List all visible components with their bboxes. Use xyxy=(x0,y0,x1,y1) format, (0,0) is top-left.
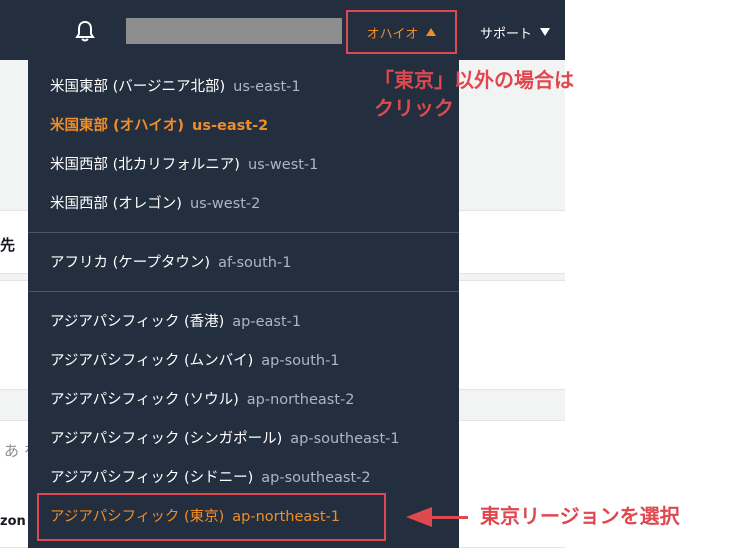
screenshot: 先 あ を zon オハイオ サポート 米国東部 (バージニア北部) us-eas… xyxy=(0,0,754,548)
region-name: 米国東部 (オハイオ) xyxy=(50,118,185,134)
annotation-line: クリック xyxy=(374,96,454,120)
caret-down-icon xyxy=(540,28,550,36)
region-code: us-east-1 xyxy=(233,79,301,95)
region-name: アジアパシフィック (香港) xyxy=(50,314,225,330)
region-option-us-west-1[interactable]: 米国西部 (北カリフォルニア) us-west-1 xyxy=(50,154,318,176)
region-name: アジアパシフィック (ソウル) xyxy=(50,392,239,408)
region-selector-button[interactable]: オハイオ xyxy=(346,10,457,54)
region-option-us-west-2[interactable]: 米国西部 (オレゴン) us-west-2 xyxy=(50,193,260,215)
arrow-left-icon xyxy=(406,507,432,527)
region-option-ap-east-1[interactable]: アジアパシフィック (香港) ap-east-1 xyxy=(50,311,301,333)
region-option-af-south-1[interactable]: アフリカ (ケープタウン) af-south-1 xyxy=(50,252,291,274)
region-code: ap-east-1 xyxy=(232,314,302,330)
top-nav-bar: オハイオ サポート xyxy=(0,0,565,60)
region-option-us-east-2[interactable]: 米国東部 (オハイオ) us-east-2 xyxy=(50,115,268,137)
region-name: アジアパシフィック (ムンバイ) xyxy=(50,353,254,369)
caret-up-icon xyxy=(426,28,437,36)
region-option-us-east-1[interactable]: 米国東部 (バージニア北部) us-east-1 xyxy=(50,76,301,98)
region-code: af-south-1 xyxy=(218,255,292,271)
region-name: 米国西部 (オレゴン) xyxy=(50,196,182,212)
region-code: ap-northeast-2 xyxy=(246,392,355,408)
bell-icon[interactable] xyxy=(72,18,98,44)
region-name: アジアパシフィック (シドニー) xyxy=(50,470,254,486)
region-code: ap-southeast-1 xyxy=(290,431,400,447)
tokyo-highlight-box xyxy=(37,493,386,541)
region-code: ap-southeast-2 xyxy=(261,470,371,486)
region-name: アジアパシフィック (シンガポール) xyxy=(50,431,283,447)
menu-divider xyxy=(28,291,459,292)
annotation-note-bottom: 東京リージョンを選択 xyxy=(480,504,680,528)
support-label: サポート xyxy=(479,26,532,42)
region-name: アフリカ (ケープタウン) xyxy=(50,255,211,271)
region-code: ap-south-1 xyxy=(261,353,340,369)
region-option-ap-south-1[interactable]: アジアパシフィック (ムンバイ) ap-south-1 xyxy=(50,350,340,372)
annotation-note-top: 「東京」以外の場合は クリック xyxy=(374,66,574,122)
region-code: us-west-1 xyxy=(247,157,319,173)
arrow-shaft xyxy=(430,516,468,519)
support-menu-button[interactable]: サポート xyxy=(466,10,564,54)
region-name: 米国西部 (北カリフォルニア) xyxy=(50,157,240,173)
region-label: オハイオ xyxy=(366,26,419,42)
region-name: 米国東部 (バージニア北部) xyxy=(50,79,226,95)
region-option-ap-southeast-2[interactable]: アジアパシフィック (シドニー) ap-southeast-2 xyxy=(50,467,371,489)
region-option-ap-northeast-2[interactable]: アジアパシフィック (ソウル) ap-northeast-2 xyxy=(50,389,355,411)
annotation-line: 「東京」以外の場合は xyxy=(374,68,574,92)
menu-divider xyxy=(28,232,459,233)
region-code: us-east-2 xyxy=(192,118,269,134)
region-dropdown-menu: 米国東部 (バージニア北部) us-east-1 米国東部 (オハイオ) us-ea… xyxy=(28,60,459,548)
region-option-ap-southeast-1[interactable]: アジアパシフィック (シンガポール) ap-southeast-1 xyxy=(50,428,400,450)
background-text: 先 xyxy=(0,236,16,254)
background-text: zon xyxy=(0,514,26,529)
account-name-redacted[interactable] xyxy=(126,18,342,44)
region-code: us-west-2 xyxy=(189,196,261,212)
